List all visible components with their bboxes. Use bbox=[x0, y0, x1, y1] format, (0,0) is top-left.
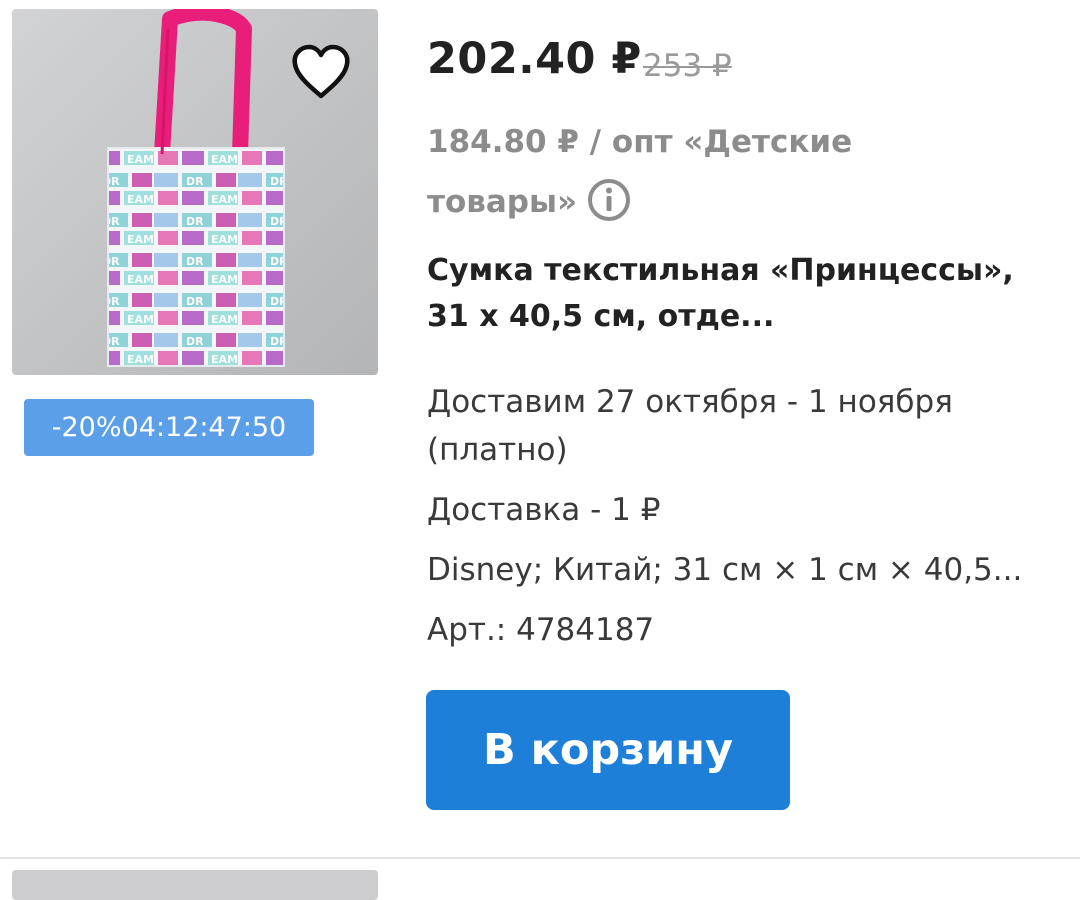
wholesale-text: 184.80 ₽ / опт «Детские товары» bbox=[427, 124, 853, 220]
info-icon[interactable] bbox=[587, 178, 631, 222]
old-price: 253 ₽ bbox=[643, 48, 732, 84]
article-number: Арт.: 4784187 bbox=[427, 612, 655, 648]
wholesale-price: 184.80 ₽ / опт «Детские товары» bbox=[427, 112, 877, 232]
discount-text: -20% bbox=[51, 412, 122, 443]
promo-timer: 04:12:47:50 bbox=[121, 412, 287, 443]
add-to-cart-button[interactable]: В корзину bbox=[426, 690, 790, 810]
product-title[interactable]: Сумка текстильная «Принцессы», 31 х 40,5… bbox=[427, 248, 1047, 340]
heart-outline-icon bbox=[292, 44, 350, 99]
card-divider bbox=[0, 857, 1080, 859]
favorite-button[interactable] bbox=[289, 41, 353, 103]
current-price: 202.40 ₽ bbox=[427, 34, 642, 84]
delivery-cost: Доставка - 1 ₽ bbox=[427, 492, 661, 528]
next-product-image[interactable] bbox=[12, 870, 378, 900]
promo-badge: -20% 04:12:47:50 bbox=[24, 399, 314, 456]
product-details: Доставим 27 октября - 1 ноября (платно) … bbox=[427, 378, 1047, 654]
delivery-dates: Доставим 27 октября - 1 ноября (платно) bbox=[427, 384, 953, 468]
product-attributes: Disney; Китай; 31 см × 1 см × 40,5... bbox=[427, 552, 1023, 588]
